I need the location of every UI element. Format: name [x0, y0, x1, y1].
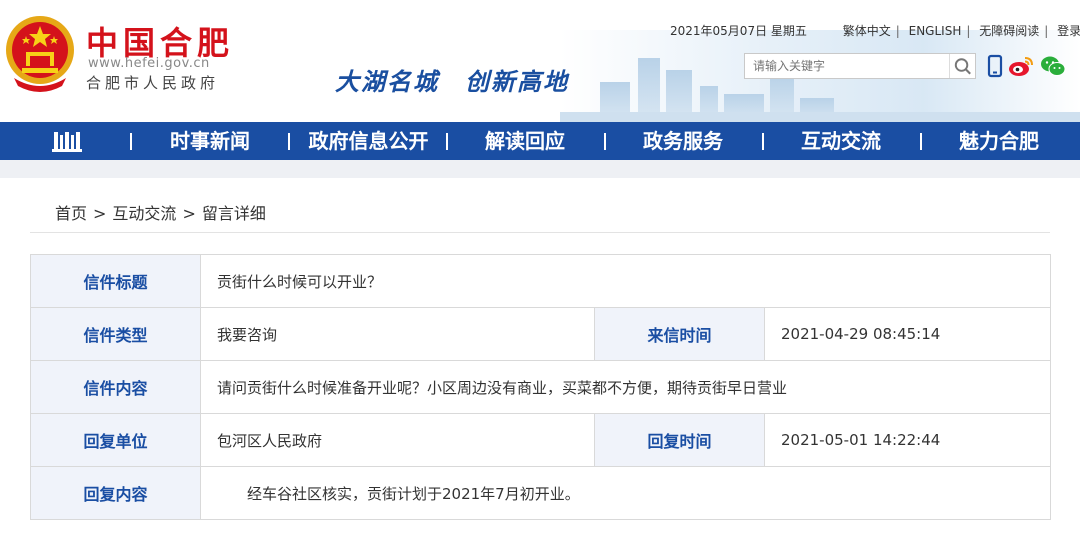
nav-separator [604, 133, 606, 150]
content-value: 请问贡街什么时候准备开业呢？小区周边没有商业，买菜都不方便，期待贡街早日营业 [200, 360, 1051, 414]
search-icon[interactable] [949, 54, 975, 78]
breadcrumb-separator: > [93, 204, 107, 223]
nav-item-interaction[interactable]: 互动交流 [776, 122, 906, 160]
main-nav: 时事新闻 政府信息公开 解读回应 政务服务 互动交流 魅力合肥 [0, 122, 1080, 160]
table-row: 信件内容 请问贡街什么时候准备开业呢？小区周边没有商业，买菜都不方便，期待贡街早… [30, 360, 1051, 414]
table-row: 信件类型 我要咨询 来信时间 2021-04-29 08:45:14 [30, 307, 1051, 361]
letter-detail-table: 信件标题 贡街什么时候可以开业？ 信件类型 我要咨询 来信时间 2021-04-… [30, 254, 1051, 520]
separator: | [966, 24, 971, 38]
separator: | [895, 24, 900, 38]
breadcrumb-interaction[interactable]: 互动交流 [112, 204, 176, 223]
login-link[interactable]: 登录 [1057, 22, 1080, 39]
breadcrumb-separator: > [182, 204, 196, 223]
title-value: 贡街什么时候可以开业？ [200, 254, 1051, 308]
search-input[interactable] [745, 54, 945, 78]
nav-item-charm-hefei[interactable]: 魅力合肥 [934, 122, 1064, 160]
home-icon[interactable] [52, 130, 82, 152]
reply-content-value: 经车谷社区核实，贡街计划于2021年7月初开业。 [200, 466, 1051, 520]
search-box [744, 53, 976, 79]
nav-separator [762, 133, 764, 150]
title-label: 信件标题 [30, 254, 201, 308]
nav-item-gov-info[interactable]: 政府信息公开 [300, 122, 437, 160]
accessible-reading-link[interactable]: 无障碍阅读 [979, 22, 1039, 39]
time-value: 2021-04-29 08:45:14 [764, 307, 1051, 361]
nav-separator [288, 133, 290, 150]
breadcrumb: 首页 > 互动交流 > 留言详细 [55, 200, 266, 224]
time-label: 来信时间 [594, 307, 765, 361]
content-panel: 首页 > 互动交流 > 留言详细 信件标题 贡街什么时候可以开业？ 信件类型 我要咨询 … [0, 178, 1080, 540]
weibo-icon[interactable] [1008, 54, 1034, 78]
reply-unit-value: 包河区人民政府 [200, 413, 595, 467]
content-label: 信件内容 [30, 360, 201, 414]
separator: | [1044, 24, 1049, 38]
mobile-icon[interactable] [984, 54, 1006, 78]
nav-item-news[interactable]: 时事新闻 [145, 122, 275, 160]
current-date: 2021年05月07日 星期五 [670, 24, 807, 38]
site-header: 中国合肥 www.hefei.gov.cn 合肥市人民政府 大湖名城 创新高地 … [0, 0, 1080, 122]
table-row: 回复单位 包河区人民政府 回复时间 2021-05-01 14:22:44 [30, 413, 1051, 467]
divider [30, 232, 1050, 233]
reply-content-label: 回复内容 [30, 466, 201, 520]
reply-unit-label: 回复单位 [30, 413, 201, 467]
nav-separator [920, 133, 922, 150]
traditional-chinese-link[interactable]: 繁体中文 [843, 22, 891, 39]
english-link[interactable]: ENGLISH [909, 24, 962, 38]
breadcrumb-home[interactable]: 首页 [55, 204, 87, 223]
wechat-icon[interactable] [1040, 54, 1066, 78]
top-links: 2021年05月07日 星期五 繁体中文 | ENGLISH | 无障碍阅读 | 登录 [670, 22, 1080, 39]
table-row: 回复内容 经车谷社区核实，贡街计划于2021年7月初开业。 [30, 466, 1051, 520]
slogan: 大湖名城 创新高地 [335, 68, 569, 96]
national-emblem-icon [6, 16, 74, 92]
type-value: 我要咨询 [200, 307, 595, 361]
reply-time-value: 2021-05-01 14:22:44 [764, 413, 1051, 467]
breadcrumb-current: 留言详细 [201, 204, 266, 223]
nav-item-services[interactable]: 政务服务 [618, 122, 748, 160]
reply-time-label: 回复时间 [594, 413, 765, 467]
nav-separator [446, 133, 448, 150]
site-url: www.hefei.gov.cn [88, 56, 210, 71]
type-label: 信件类型 [30, 307, 201, 361]
nav-separator [130, 133, 132, 150]
ground [560, 112, 1080, 122]
site-subtitle: 合肥市人民政府 [86, 74, 220, 92]
table-row: 信件标题 贡街什么时候可以开业？ [30, 254, 1051, 308]
nav-item-interpretation[interactable]: 解读回应 [460, 122, 590, 160]
